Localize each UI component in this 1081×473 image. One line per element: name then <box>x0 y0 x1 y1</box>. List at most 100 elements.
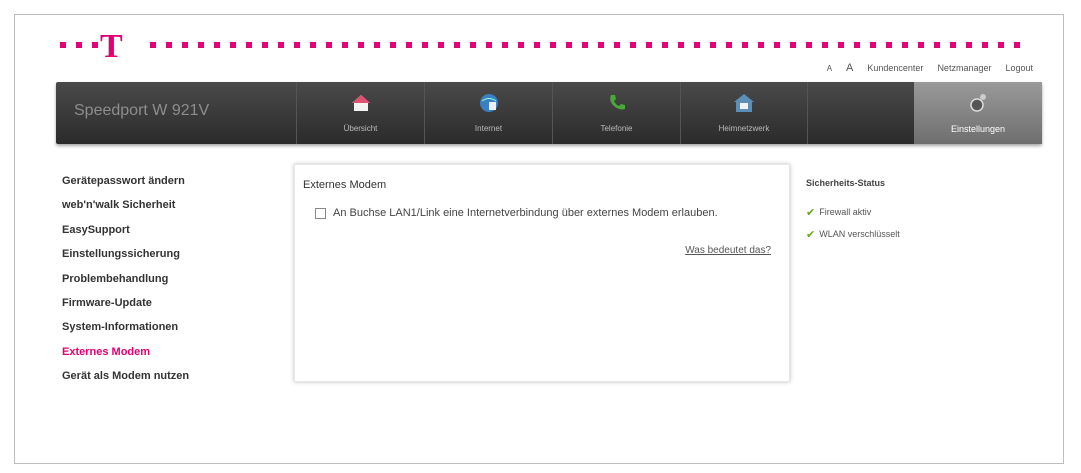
status-label: WLAN verschlüsselt <box>819 229 900 239</box>
sidebar-item[interactable]: Externes Modem <box>62 345 262 369</box>
house-icon <box>351 95 370 111</box>
sidebar-item[interactable]: Firmware-Update <box>62 296 262 320</box>
nav-tab-telephony[interactable]: Telefonie <box>552 82 680 144</box>
telekom-logo: T <box>100 28 123 65</box>
logo-dots-right <box>150 42 1030 48</box>
logo-dot <box>422 42 428 48</box>
logo-dot <box>822 42 828 48</box>
logo-dot <box>470 42 476 48</box>
panel-title: Externes Modem <box>303 179 387 191</box>
logo-dot <box>950 42 956 48</box>
security-status-title: Sicherheits-Status <box>806 178 886 188</box>
logo-dot <box>918 42 924 48</box>
nav-tab-home-network[interactable]: Heimnetzwerk <box>680 82 808 144</box>
logo-dot <box>550 42 556 48</box>
logo-dot <box>278 42 284 48</box>
settings-sidebar: Gerätepasswort ändern web'n'walk Sicherhe… <box>62 174 262 394</box>
logo-dot <box>166 42 172 48</box>
logo-dot <box>342 42 348 48</box>
logo-dot <box>502 42 508 48</box>
logo-dot <box>934 42 940 48</box>
sidebar-item[interactable]: EasySupport <box>62 223 262 247</box>
external-modem-panel: Externes Modem An Buchse LAN1/Link eine … <box>294 164 790 382</box>
status-firewall: ✔ Firewall aktiv <box>806 201 1006 223</box>
logo-dot <box>406 42 412 48</box>
nav-tab-overview[interactable]: Übersicht <box>296 82 424 144</box>
logo-dot <box>998 42 1004 48</box>
logo-dot <box>326 42 332 48</box>
nav-label: Telefonie <box>600 124 633 133</box>
logo-dot <box>646 42 652 48</box>
logo-dot <box>630 42 636 48</box>
allow-external-modem-label[interactable]: An Buchse LAN1/Link eine Internetverbind… <box>333 207 718 219</box>
logo-dot <box>678 42 684 48</box>
logo-dot <box>774 42 780 48</box>
logo-dot <box>518 42 524 48</box>
logo-dot <box>854 42 860 48</box>
status-label: Firewall aktiv <box>819 207 872 217</box>
logo-dot <box>886 42 892 48</box>
help-link[interactable]: Was bedeutet das? <box>685 245 771 256</box>
sidebar-item[interactable]: Gerätepasswort ändern <box>62 174 262 198</box>
product-name: Speedport W 921V <box>74 102 210 119</box>
logo-dot <box>614 42 620 48</box>
home-network-icon <box>734 94 754 112</box>
logo-dot <box>902 42 908 48</box>
logout-link[interactable]: Logout <box>1005 63 1033 73</box>
logo-dot <box>870 42 876 48</box>
sidebar-item[interactable]: System-Informationen <box>62 320 262 344</box>
allow-external-modem-checkbox[interactable] <box>315 207 326 219</box>
logo-dot <box>758 42 764 48</box>
logo-dot <box>294 42 300 48</box>
font-increase-button[interactable]: A <box>846 62 853 74</box>
logo-dot <box>790 42 796 48</box>
sidebar-item[interactable]: Gerät als Modem nutzen <box>62 369 262 393</box>
logo-dot <box>1014 42 1020 48</box>
logo-dot <box>566 42 572 48</box>
logo-dot <box>214 42 220 48</box>
nav-tab-settings[interactable]: Einstellungen <box>914 82 1042 144</box>
logo-dot <box>806 42 812 48</box>
main-navbar: Speedport W 921V Übersicht Internet Tele… <box>56 82 1042 144</box>
nav-label: Übersicht <box>343 124 378 133</box>
logo-dot <box>230 42 236 48</box>
logo-dot <box>454 42 460 48</box>
logo-dot <box>710 42 716 48</box>
network-manager-link[interactable]: Netzmanager <box>937 63 991 73</box>
logo-dot <box>262 42 268 48</box>
sidebar-item[interactable]: web'n'walk Sicherheit <box>62 198 262 222</box>
logo-dot <box>486 42 492 48</box>
logo-dot <box>742 42 748 48</box>
nav-label: Einstellungen <box>950 124 1006 134</box>
logo-dot <box>534 42 540 48</box>
logo-dot <box>438 42 444 48</box>
nav-label: Internet <box>474 124 503 133</box>
logo-dot <box>966 42 972 48</box>
nav-label: Heimnetzwerk <box>718 124 770 133</box>
globe-icon <box>479 94 498 112</box>
logo-dot <box>662 42 668 48</box>
logo-dot <box>358 42 364 48</box>
logo-dot <box>182 42 188 48</box>
font-decrease-button[interactable]: A <box>827 64 832 73</box>
logo-dot <box>582 42 588 48</box>
logo-dot <box>982 42 988 48</box>
logo-dot <box>726 42 732 48</box>
customer-center-link[interactable]: Kundencenter <box>867 63 923 73</box>
sidebar-item[interactable]: Einstellungssicherung <box>62 247 262 271</box>
logo-dot <box>198 42 204 48</box>
status-wlan: ✔ WLAN verschlüsselt <box>806 223 1006 245</box>
nav-tab-internet[interactable]: Internet <box>424 82 552 144</box>
logo-dot <box>694 42 700 48</box>
check-icon: ✔ <box>806 206 816 219</box>
logo-dot <box>150 42 156 48</box>
top-links: A A Kundencenter Netzmanager Logout <box>827 62 1033 74</box>
allow-external-modem-row: An Buchse LAN1/Link eine Internetverbind… <box>315 207 718 219</box>
security-status: Sicherheits-Status ✔ Firewall aktiv ✔ WL… <box>806 178 1006 245</box>
logo-dot <box>598 42 604 48</box>
logo-dot <box>374 42 380 48</box>
logo-dot <box>838 42 844 48</box>
logo-dot <box>246 42 252 48</box>
logo-dot <box>310 42 316 48</box>
sidebar-item[interactable]: Problembehandlung <box>62 272 262 296</box>
